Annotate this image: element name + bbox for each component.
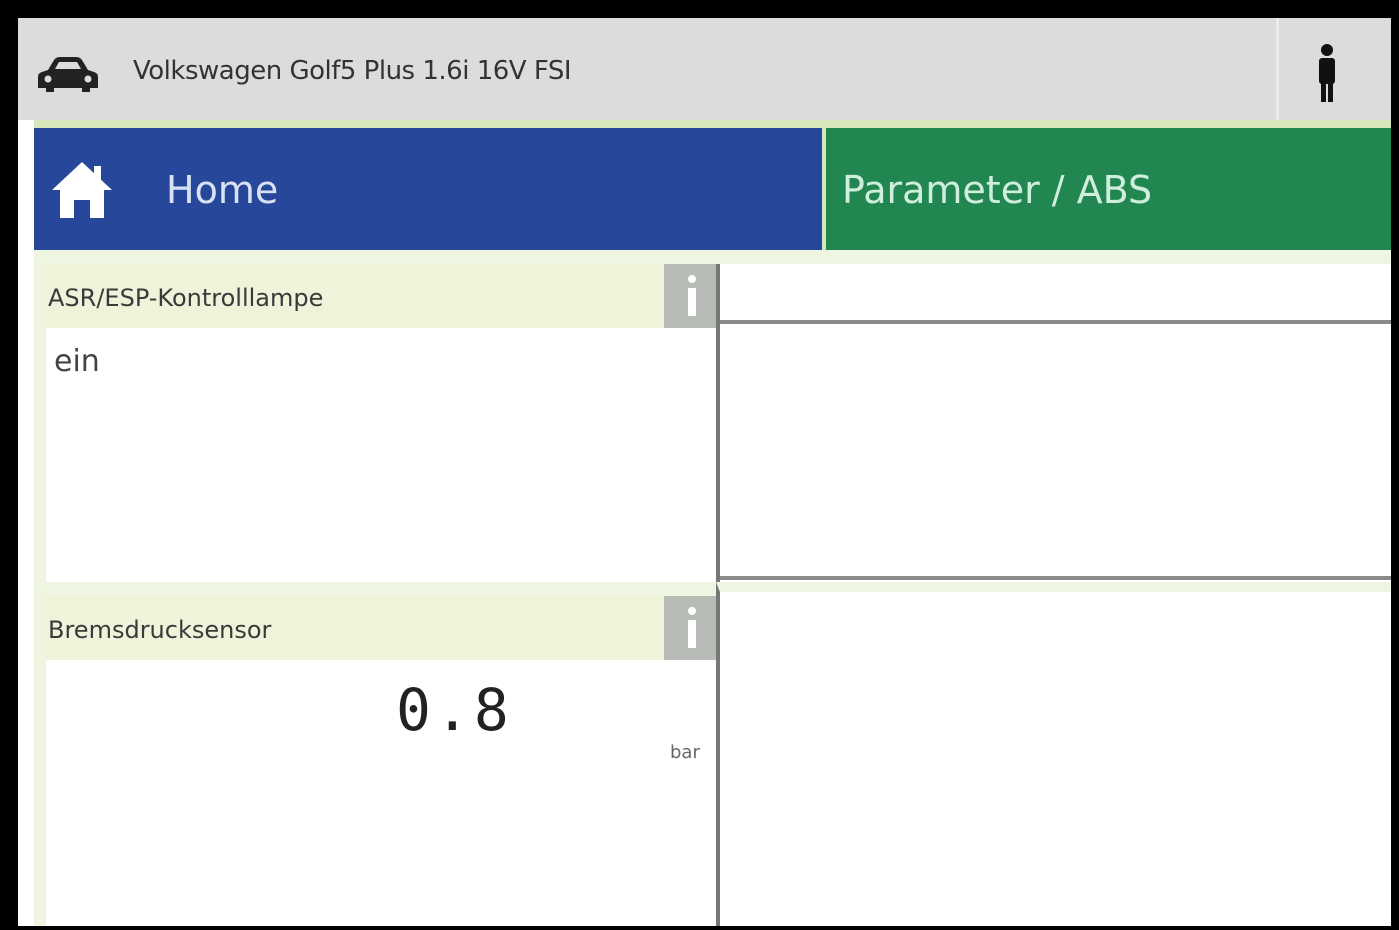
person-icon <box>1319 44 1335 102</box>
vehicle-title: Volkswagen Golf5 Plus 1.6i 16V FSI <box>133 56 572 86</box>
graph-bottom-line <box>720 576 1391 580</box>
panel-bremsdrucksensor: Bremsdrucksensor 0.8 bar <box>34 596 720 926</box>
panel-value: 0.8 <box>396 676 513 744</box>
info-button[interactable] <box>664 596 720 660</box>
car-icon <box>38 57 98 92</box>
panel-divider <box>34 582 716 596</box>
graph-area-bremsdruck <box>716 582 1391 926</box>
content-band <box>34 250 1391 264</box>
tab-home[interactable]: Home <box>34 128 826 250</box>
panel-title: Bremsdrucksensor <box>48 616 272 644</box>
graph-area-asr-esp <box>716 264 1391 582</box>
tab-parameter-abs[interactable]: Parameter / ABS <box>826 128 1391 250</box>
info-icon <box>688 275 696 316</box>
info-button[interactable] <box>664 264 720 328</box>
panel-value: ein <box>54 344 100 379</box>
panel-asr-esp: ASR/ESP-Kontrolllampe ein <box>34 264 720 582</box>
user-button[interactable] <box>1276 18 1391 120</box>
info-icon <box>688 607 696 648</box>
panel-header: Bremsdrucksensor <box>46 596 720 660</box>
graph-top-line <box>720 320 1391 324</box>
app-screen: Volkswagen Golf5 Plus 1.6i 16V FSI Home … <box>18 18 1391 926</box>
home-icon <box>52 162 112 218</box>
title-bar: Volkswagen Golf5 Plus 1.6i 16V FSI <box>18 18 1391 120</box>
tab-parameter-abs-label: Parameter / ABS <box>842 168 1153 212</box>
tab-bar: Home Parameter / ABS <box>34 120 1391 250</box>
tab-home-label: Home <box>166 168 279 212</box>
panel-header: ASR/ESP-Kontrolllampe <box>46 264 720 328</box>
panel-unit: bar <box>670 742 700 763</box>
panel-title: ASR/ESP-Kontrolllampe <box>48 284 324 312</box>
